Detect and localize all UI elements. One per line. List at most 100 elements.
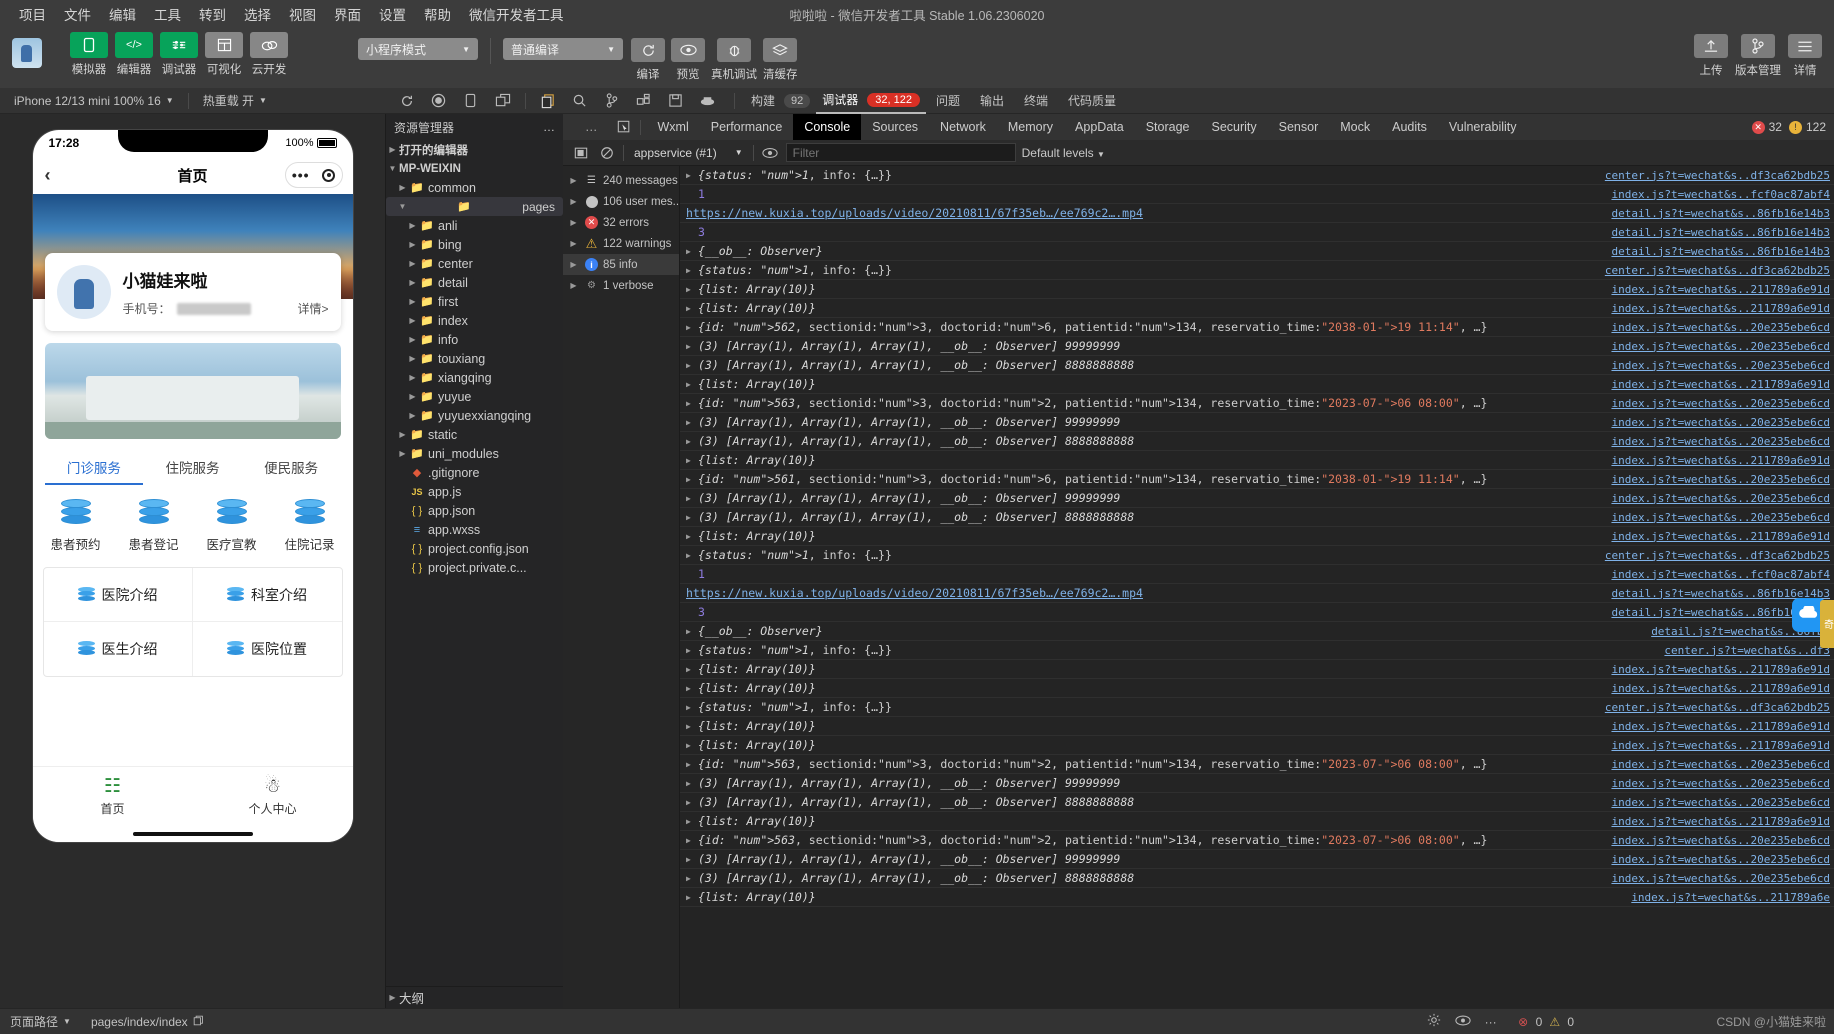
toolbar-right-menu[interactable]: 详情 <box>1788 34 1822 78</box>
log-source-link[interactable]: index.js?t=wechat&s..20e235ebe6cd <box>1611 777 1830 790</box>
log-source-link[interactable]: index.js?t=wechat&s..20e235ebe6cd <box>1611 796 1830 809</box>
menu-item-6[interactable]: 视图 <box>280 4 325 24</box>
console-log-row[interactable]: ▶ {list: Array(10)} index.js?t=wechat&s..2… <box>680 736 1834 755</box>
log-source-link[interactable]: index.js?t=wechat&s..211789a6e91d <box>1611 682 1830 695</box>
console-context-select[interactable]: appservice (#1) ▼ <box>630 146 747 160</box>
action-bug[interactable]: 真机调试 <box>711 38 757 82</box>
log-source-link[interactable]: detail.js?t=wechat&s..86fb16e14b3 <box>1611 245 1830 258</box>
hotreload-select[interactable]: 热重载 开 ▼ <box>189 92 281 109</box>
devtools-tab-performance[interactable]: Performance <box>700 114 794 140</box>
log-source-link[interactable]: index.js?t=wechat&s..211789a6e91d <box>1611 283 1830 296</box>
mode-button-debug[interactable]: 调试器 <box>160 32 198 77</box>
docker-icon[interactable] <box>692 90 724 112</box>
explorer-item-center[interactable]: ▶ 📁 center <box>386 254 563 273</box>
log-source-link[interactable]: index.js?t=wechat&s..20e235ebe6cd <box>1611 435 1830 448</box>
page-path-select[interactable]: 页面路径 ▼ <box>0 1013 81 1030</box>
log-source-link[interactable]: index.js?t=wechat&s..211789a6e91d <box>1611 720 1830 733</box>
explorer-item-xiangqing[interactable]: ▶ 📁 xiangqing <box>386 368 563 387</box>
console-log-row[interactable]: https://new.kuxia.top/uploads/video/2021… <box>680 204 1834 223</box>
explorer-item-index[interactable]: ▶ 📁 index <box>386 311 563 330</box>
back-icon[interactable]: ‹ <box>45 165 51 186</box>
search-icon[interactable] <box>564 90 596 112</box>
console-log-row[interactable]: ▶ {id: "num">563, sectionid: "num" >3, doc… <box>680 394 1834 413</box>
console-log-row[interactable]: ▶ (3) [Array(1), Array(1), Array(1), __ob… <box>680 413 1834 432</box>
devtools-tab-storage[interactable]: Storage <box>1135 114 1201 140</box>
action-refresh[interactable]: 编译 <box>631 38 665 82</box>
log-source-link[interactable]: index.js?t=wechat&s..211789a6e91d <box>1611 530 1830 543</box>
outline-section[interactable]: ▶ 大纲 <box>386 986 563 1008</box>
log-source-link[interactable]: index.js?t=wechat&s..20e235ebe6cd <box>1611 340 1830 353</box>
console-log-row[interactable]: ▶ {list: Array(10)} index.js?t=wechat&s..2… <box>680 527 1834 546</box>
info-card-医生介绍[interactable]: 医生介绍 <box>44 622 193 676</box>
console-log-row[interactable]: ▶ (3) [Array(1), Array(1), Array(1), __ob… <box>680 489 1834 508</box>
copy-icon[interactable] <box>193 1015 204 1029</box>
message-filter-warning[interactable]: ▶ ⚠ 122 warnings <box>563 233 679 254</box>
refresh-icon[interactable] <box>391 90 423 112</box>
menu-item-2[interactable]: 编辑 <box>100 4 145 24</box>
more-icon[interactable]: ••• <box>292 167 310 183</box>
console-log-row[interactable]: ▶ {list: Array(10)} index.js?t=wechat&s..2… <box>680 888 1834 907</box>
log-source-link[interactable]: index.js?t=wechat&s..fcf0ac87abf4 <box>1611 568 1830 581</box>
console-log-row[interactable]: ▶ (3) [Array(1), Array(1), Array(1), __ob… <box>680 793 1834 812</box>
menu-item-9[interactable]: 帮助 <box>415 4 460 24</box>
mode-button-layout[interactable]: 可视化 <box>205 32 243 77</box>
log-source-link[interactable]: index.js?t=wechat&s..20e235ebe6cd <box>1611 853 1830 866</box>
console-filter-input[interactable] <box>785 143 1016 162</box>
explorer-more-icon[interactable]: … <box>543 120 555 134</box>
explorer-item-app.js[interactable]: JS app.js <box>386 482 563 501</box>
explorer-item-project.config.json[interactable]: { } project.config.json <box>386 539 563 558</box>
service-item-患者登记[interactable]: 患者登记 <box>115 499 193 553</box>
build-status[interactable]: 构建 92 <box>745 92 816 109</box>
action-eye[interactable]: 预览 <box>671 38 705 82</box>
explorer-item-app.json[interactable]: { } app.json <box>386 501 563 520</box>
panel-toggle-icon[interactable] <box>571 144 591 162</box>
copy-icon[interactable] <box>532 90 564 112</box>
devtools-tab-audits[interactable]: Audits <box>1381 114 1438 140</box>
explorer-item-yuyuexxiangqing[interactable]: ▶ 📁 yuyuexxiangqing <box>386 406 563 425</box>
explorer-item-.gitignore[interactable]: ◆ .gitignore <box>386 463 563 482</box>
menu-item-10[interactable]: 微信开发者工具 <box>460 4 573 24</box>
menu-item-3[interactable]: 工具 <box>145 4 190 24</box>
console-log-row[interactable]: 3 detail.js?t=wechat&s..86fb16e14b3 <box>680 223 1834 242</box>
status-tab-1[interactable]: 输出 <box>970 92 1014 109</box>
console-log-row[interactable]: ▶ {list: Array(10)} index.js?t=wechat&s..2… <box>680 451 1834 470</box>
console-log-row[interactable]: ▶ (3) [Array(1), Array(1), Array(1), __ob… <box>680 432 1834 451</box>
compile-select[interactable]: 普通编译 ▼ <box>503 38 623 60</box>
console-log-row[interactable]: ▶ {status: "num">1, info: {…}} center.js?t… <box>680 166 1834 185</box>
log-source-link[interactable]: detail.js?t=wechat&s..86fb16e14b3 <box>1611 207 1830 220</box>
console-levels-select[interactable]: Default levels ▼ <box>1022 146 1105 160</box>
log-source-link[interactable]: index.js?t=wechat&s..211789a6e <box>1631 891 1830 904</box>
info-card-医院位置[interactable]: 医院位置 <box>193 622 342 676</box>
devtools-tab-sensor[interactable]: Sensor <box>1268 114 1330 140</box>
log-source-link[interactable]: index.js?t=wechat&s..20e235ebe6cd <box>1611 872 1830 885</box>
log-source-link[interactable]: index.js?t=wechat&s..211789a6e91d <box>1611 302 1830 315</box>
explorer-item-first[interactable]: ▶ 📁 first <box>386 292 563 311</box>
devtools-tab-wxml[interactable]: Wxml <box>647 114 700 140</box>
console-log-row[interactable]: ▶ {list: Array(10)} index.js?t=wechat&s..2… <box>680 812 1834 831</box>
status-tab-2[interactable]: 终端 <box>1014 92 1058 109</box>
detail-link[interactable]: 详情> <box>297 300 328 317</box>
console-log-row[interactable]: ▶ {id: "num">562, sectionid: "num" >3, doc… <box>680 318 1834 337</box>
message-filter-info[interactable]: ▶ i 85 info <box>563 254 679 275</box>
log-source-link[interactable]: detail.js?t=wechat&s..86fb16e14b3 <box>1611 226 1830 239</box>
log-source-link[interactable]: index.js?t=wechat&s..211789a6e91d <box>1611 378 1830 391</box>
explorer-item-yuyue[interactable]: ▶ 📁 yuyue <box>386 387 563 406</box>
mode-button-code[interactable]: </> 编辑器 <box>115 32 153 77</box>
log-source-link[interactable]: index.js?t=wechat&s..20e235ebe6cd <box>1611 834 1830 847</box>
action-layers[interactable]: 清缓存 <box>763 38 798 82</box>
console-log-row[interactable]: ▶ {status: "num">1, info: {…}} center.js?t… <box>680 698 1834 717</box>
console-log-row[interactable]: https://new.kuxia.top/uploads/video/2021… <box>680 584 1834 603</box>
status-tab-0[interactable]: 问题 <box>926 92 970 109</box>
menu-item-7[interactable]: 界面 <box>325 4 370 24</box>
log-source-link[interactable]: index.js?t=wechat&s..20e235ebe6cd <box>1611 473 1830 486</box>
branch-icon[interactable] <box>596 90 628 112</box>
explorer-item-touxiang[interactable]: ▶ 📁 touxiang <box>386 349 563 368</box>
console-log-row[interactable]: ▶ (3) [Array(1), Array(1), Array(1), __ob… <box>680 850 1834 869</box>
console-log-row[interactable]: ▶ (3) [Array(1), Array(1), Array(1), __ob… <box>680 774 1834 793</box>
info-card-科室介绍[interactable]: 科室介绍 <box>192 568 342 622</box>
capsule-buttons[interactable]: ••• <box>284 162 343 188</box>
explorer-item-anli[interactable]: ▶ 📁 anli <box>386 216 563 235</box>
explorer-item-detail[interactable]: ▶ 📁 detail <box>386 273 563 292</box>
phone-icon[interactable] <box>455 90 487 112</box>
console-log-row[interactable]: ▶ {id: "num">563, sectionid: "num" >3, doc… <box>680 755 1834 774</box>
